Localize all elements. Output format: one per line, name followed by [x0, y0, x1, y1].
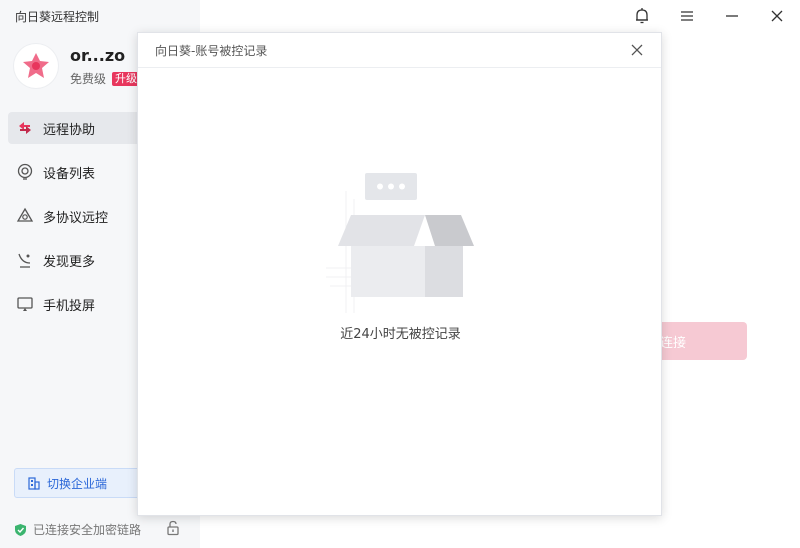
avatar[interactable] [14, 44, 58, 88]
controlled-records-dialog: 向日葵-账号被控记录 近24小时无被控记录 [137, 32, 662, 516]
dialog-title: 向日葵-账号被控记录 [155, 43, 268, 58]
menu-icon[interactable] [678, 7, 696, 25]
screen-cast-icon [16, 295, 34, 313]
empty-box-illustration [326, 173, 474, 313]
shield-check-icon [14, 523, 27, 537]
sidebar-item-label: 发现更多 [43, 254, 96, 270]
plan-row: 免费级 升级 [70, 70, 141, 87]
sidebar-item-label: 手机投屏 [43, 298, 96, 314]
remote-assist-icon [16, 119, 34, 137]
connect-label: 连接 [660, 335, 687, 351]
close-icon[interactable] [768, 7, 786, 25]
device-list-icon [16, 163, 34, 181]
sunflower-logo-icon [23, 53, 49, 78]
sidebar-item-label: 设备列表 [43, 166, 96, 182]
username: or...zo [70, 46, 126, 65]
secure-status: 已连接安全加密链路 [14, 521, 190, 538]
switch-enterprise-label: 切换企业端 [47, 476, 108, 491]
plan-label: 免费级 [70, 72, 107, 86]
secure-status-label: 已连接安全加密链路 [33, 523, 142, 537]
discover-icon [16, 251, 34, 269]
minimize-icon[interactable] [723, 7, 741, 25]
window-controls [633, 7, 786, 25]
multi-protocol-icon [16, 207, 34, 225]
bell-icon[interactable] [633, 7, 651, 25]
dialog-close-icon[interactable] [630, 43, 644, 57]
sidebar-item-label: 多协议远控 [43, 210, 109, 226]
dialog-header: 向日葵-账号被控记录 [138, 33, 661, 68]
sidebar-item-label: 远程协助 [43, 122, 96, 138]
empty-state-text: 近24小时无被控记录 [340, 327, 461, 342]
upgrade-badge[interactable]: 升级 [112, 71, 141, 86]
lock-icon[interactable] [166, 520, 180, 536]
building-icon [27, 476, 41, 490]
app-title: 向日葵远程控制 [15, 10, 100, 24]
